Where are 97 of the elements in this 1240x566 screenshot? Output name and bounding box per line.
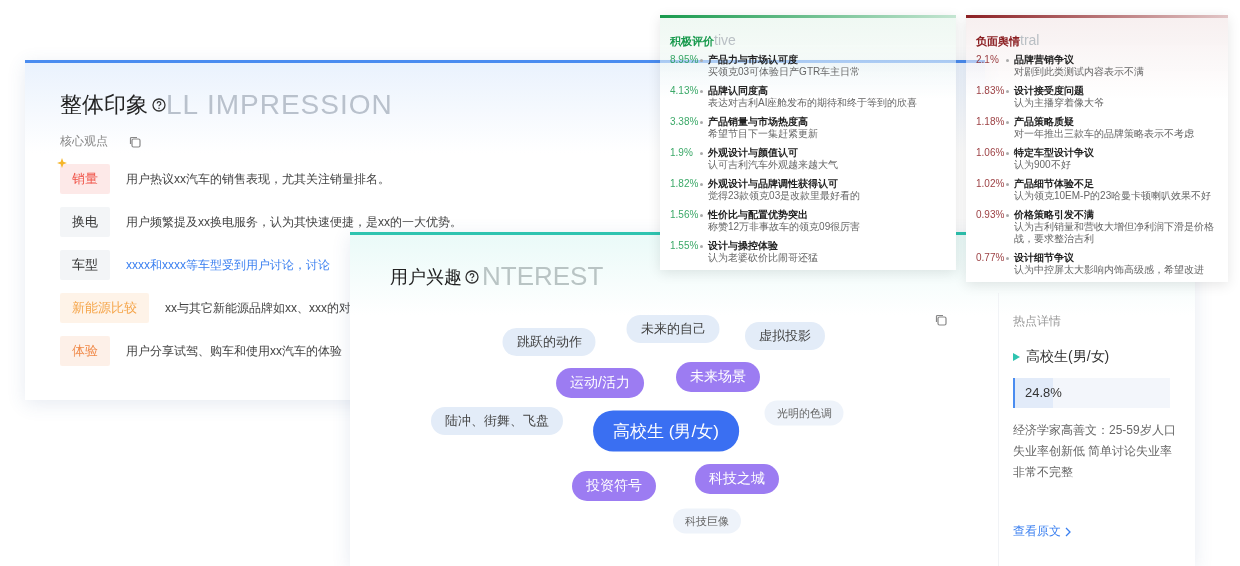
bullet-dot	[1006, 214, 1009, 217]
bullet-dot	[700, 183, 703, 186]
bullet-dot	[700, 214, 703, 217]
topic-description: 认为领克10EM-P的23哈曼卡顿喇叭效果不好	[1014, 190, 1213, 202]
topic-description: 认为吉利销量和营收大增但净利润下滑是价格战，要求整治吉利	[1014, 221, 1215, 245]
topic-name: 高校生(男/女)	[1026, 348, 1110, 366]
ghost-title: tive	[714, 32, 736, 48]
share-value: 2.1%	[976, 54, 1000, 66]
share-value: 1.83%	[976, 85, 1006, 97]
share-value: 1.02%	[976, 178, 1006, 190]
opinion-text: xxxx和xxxx等车型受到用户讨论，讨论	[126, 256, 330, 274]
share-value: 1.18%	[976, 116, 1006, 128]
topic-description: 认为老婆砍价比闹哥还猛	[708, 252, 819, 264]
topic-description: 认可吉利汽车外观越来越大气	[708, 159, 839, 171]
topic-description: 买领克03可体验日产GTR车主日常	[708, 66, 862, 78]
interest-bubble[interactable]: 陆冲、街舞、飞盘	[431, 407, 563, 435]
share-value: 0.93%	[976, 209, 1006, 221]
bullet-dot	[700, 90, 703, 93]
topic-title: 品牌营销争议	[1014, 54, 1075, 66]
topic-tag[interactable]: 体验	[60, 336, 110, 366]
topic-description: 对剧到此类测试内容表示不满	[1014, 66, 1145, 78]
interest-bubble[interactable]: 科技之城	[695, 464, 779, 494]
share-value: 1.82%	[670, 178, 700, 190]
opinion-text: 用户热议xx汽车的销售表现，尤其关注销量排名。	[126, 170, 390, 188]
interest-bubble[interactable]: 跳跃的动作	[502, 328, 596, 356]
ghost-title: LL IMPRESSION	[166, 89, 393, 121]
share-value: 1.9%	[670, 147, 694, 159]
topic-title: 产品销量与市场热度高	[708, 116, 809, 128]
bullet-dot	[700, 121, 703, 124]
share-value: 1.55%	[670, 240, 700, 252]
copy-icon[interactable]	[128, 134, 142, 149]
interest-bubble[interactable]: 虚拟投影	[745, 322, 825, 350]
bullet-dot	[700, 152, 703, 155]
card-title: 积极评价	[670, 35, 714, 49]
topic-title: 产品细节体验不足	[1014, 178, 1095, 190]
chevron-icon	[1065, 526, 1072, 537]
ghost-title: NTEREST	[482, 261, 604, 292]
topic-tag[interactable]: 换电	[60, 207, 110, 237]
view-source-link[interactable]: 查看原文	[1013, 523, 1072, 540]
share-value: 1.56%	[670, 209, 700, 221]
topic-title: 特定车型设计争议	[1014, 147, 1095, 159]
bullet-dot	[1006, 59, 1009, 62]
interest-bubble[interactable]: 科技巨像	[673, 508, 741, 534]
interest-bubble[interactable]: 高校生 (男/女)	[593, 410, 739, 452]
ghost-title: tral	[1020, 32, 1040, 48]
share-value: 24.8%	[1024, 384, 1063, 402]
topic-description: 认为900不好	[1014, 159, 1072, 171]
help-icon[interactable]	[152, 98, 166, 112]
topic-title: 外观设计与品牌调性获得认可	[708, 178, 839, 190]
triangle-icon	[1013, 353, 1020, 361]
topic-description: 经济学家高善文：25-59岁人口失业率创新低 简单讨论失业率非常不完整	[1013, 422, 1177, 481]
topic-title: 外观设计与颜值认可	[708, 147, 799, 159]
bullet-dot	[1006, 152, 1009, 155]
topic-title: 性价比与配置优势突出	[708, 209, 809, 221]
topic-description: 表达对吉利AI座舱发布的期待和终于等到的欣喜	[708, 97, 919, 109]
interest-bubble[interactable]: 运动/活力	[556, 368, 644, 398]
topic-title: 设计接受度问题	[1014, 85, 1085, 97]
topic-description: 希望节目下一集赶紧更新	[708, 128, 819, 140]
interest-bubble[interactable]: 光明的色调	[764, 400, 844, 426]
topic-title: 产品力与市场认可度	[708, 54, 799, 66]
opinion-text: xx与其它新能源品牌如xx、xxx的对	[165, 299, 351, 317]
share-value: 3.38%	[670, 116, 700, 128]
card-title: 整体印象	[60, 91, 148, 119]
share-value: 1.06%	[976, 147, 1006, 159]
topic-title: 产品策略质疑	[1014, 116, 1075, 128]
topic-title: 品牌认同度高	[708, 85, 769, 97]
bullet-dot	[1006, 257, 1009, 260]
copy-icon[interactable]	[934, 313, 948, 327]
share-value: 4.13%	[670, 85, 700, 97]
opinion-text: 用户分享试驾、购车和使用xx汽车的体验	[126, 342, 342, 360]
topic-title: 价格策略引发不满	[1014, 209, 1095, 221]
interest-bubble[interactable]: 未来的自己	[626, 315, 720, 343]
topic-description: 认为主播穿着像大爷	[1014, 97, 1105, 109]
help-icon[interactable]	[465, 269, 479, 284]
topic-description: 觉得23款领克03是改款里最好看的	[708, 190, 862, 202]
sparkle-icon	[57, 158, 67, 168]
bullet-dot	[1006, 183, 1009, 186]
bullet-dot	[700, 245, 703, 248]
interest-bubble[interactable]: 未来场景	[676, 362, 760, 392]
bullet-dot	[700, 59, 703, 62]
panel-heading: 热点详情	[1013, 313, 1062, 330]
share-value: 8.95%	[670, 54, 700, 66]
topic-title: 设计细节争议	[1014, 252, 1075, 264]
topic-description: 对一年推出三款车的品牌策略表示不考虑	[1014, 128, 1195, 140]
opinion-text: 用户频繁提及xx换电服务，认为其快速便捷，是xx的一大优势。	[126, 213, 462, 231]
topic-tag[interactable]: 销量	[60, 164, 110, 194]
topic-description: 称赞12万非事故车的领克09很厉害	[708, 221, 862, 233]
card-title: 负面舆情	[976, 35, 1020, 49]
bullet-dot	[1006, 90, 1009, 93]
topic-description: 认为中控屏太大影响内饰高级感，希望改进	[1014, 264, 1205, 276]
topic-title: 设计与操控体验	[708, 240, 779, 252]
card-title: 用户兴趣	[390, 265, 462, 289]
section-label: 核心观点	[60, 133, 108, 150]
share-value: 0.77%	[976, 252, 1006, 264]
bullet-dot	[1006, 121, 1009, 124]
interest-bubble[interactable]: 投资符号	[572, 471, 656, 501]
topic-tag[interactable]: 车型	[60, 250, 110, 280]
